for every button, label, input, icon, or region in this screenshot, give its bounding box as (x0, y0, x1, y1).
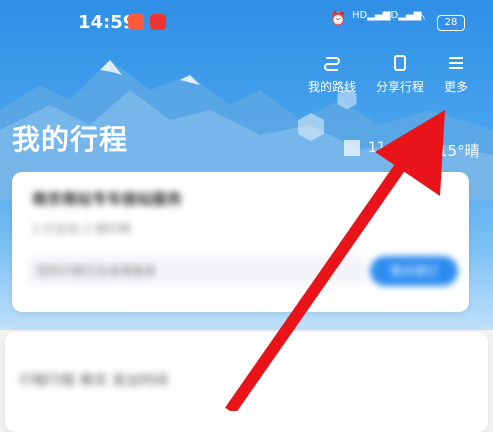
trip-card-title: 南京南站专车接站服务 (32, 190, 183, 208)
app-notification-icon (128, 14, 144, 30)
status-bar: 14:59 ⏰ HD▂▄▆ HD▂▄▆ ◠ 28 (0, 0, 493, 46)
status-time: 14:59 (78, 12, 136, 33)
trip-action-button[interactable]: 再次预订 (370, 256, 458, 286)
more-label: 更多 (443, 80, 468, 94)
weather-icon (344, 140, 360, 156)
share-trip-button[interactable]: 分享行程 (370, 52, 430, 95)
trip-card-subtitle: 1·行业包 2·预约明 (32, 222, 131, 236)
my-route-button[interactable]: 我的路线 (304, 52, 360, 95)
trip-card-note: 您的行程已生成请查收 (26, 256, 366, 286)
battery-indicator: 28 (437, 15, 465, 31)
share-icon (394, 55, 406, 71)
route-icon (324, 57, 340, 71)
next-trip-text: 行程行程 南京 发出时间 (19, 373, 168, 389)
menu-icon (449, 57, 463, 69)
more-button[interactable]: 更多 (438, 52, 474, 95)
page-title: 我的行程 (12, 123, 129, 156)
share-trip-label: 分享行程 (375, 80, 424, 94)
weather-temperature: 15°晴 (438, 142, 480, 160)
app-notification-icon (150, 14, 166, 30)
alarm-icon: ⏰ (330, 12, 347, 27)
weather-info: 11 (344, 140, 386, 156)
wifi-icon: ◠ (414, 12, 426, 27)
my-route-label: 我的路线 (307, 80, 356, 94)
trip-card[interactable]: 南京南站专车接站服务 1·行业包 2·预约明 您的行程已生成请查收 再次预订 (12, 172, 469, 312)
next-trip-card[interactable]: 行程行程 南京 发出时间 (5, 332, 488, 432)
decor-hexagon (298, 113, 324, 141)
